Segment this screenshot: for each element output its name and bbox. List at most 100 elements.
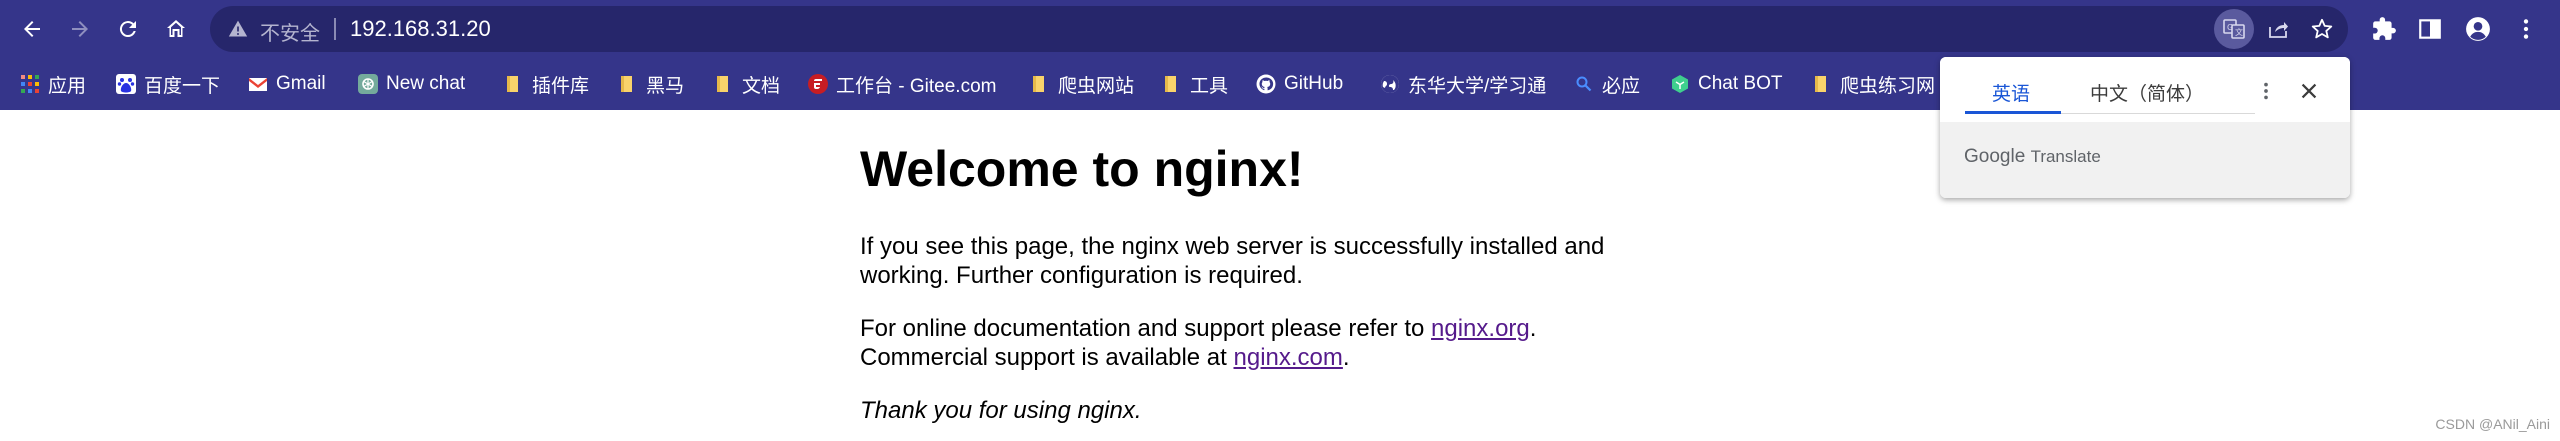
support-line-1-end: . [1529, 315, 1537, 342]
gitee-icon [808, 74, 828, 94]
star-icon [2311, 18, 2333, 39]
search-icon [1574, 74, 1594, 94]
bookmark-folder-plugins[interactable]: 插件库 [504, 68, 589, 100]
nginx-com-link[interactable]: nginx.com [1234, 344, 1343, 371]
source-language-tab[interactable]: 英语 [1992, 79, 2030, 106]
bookmark-folder-tools[interactable]: 工具 [1162, 68, 1228, 100]
page-title: Welcome to nginx! [860, 141, 1304, 197]
address-separator [334, 18, 336, 40]
bookmark-label: New chat [386, 73, 466, 94]
bookmark-gitee[interactable]: 工作台 - Gitee.com [808, 68, 996, 100]
google-translate-brand: Google Translate [1964, 146, 2101, 168]
home-icon [167, 20, 185, 37]
arrow-right-icon [72, 21, 88, 37]
folder-icon [1030, 74, 1050, 94]
target-language-tab[interactable]: 中文（简体） [2090, 79, 2204, 106]
chatbot-icon [1670, 74, 1690, 94]
browser-menu-button[interactable] [2506, 9, 2546, 49]
arrow-left-icon [24, 21, 40, 37]
bookmark-folder-spider-sites[interactable]: 爬虫网站 [1030, 68, 1134, 100]
folder-icon [504, 74, 524, 94]
brand-google: Google [1964, 146, 2026, 167]
bookmark-label: 插件库 [532, 75, 590, 97]
apps-grid-icon [20, 74, 40, 94]
svg-text:文: 文 [2235, 27, 2243, 37]
gmail-icon [248, 74, 268, 94]
bookmark-label: 东华大学/学习通 [1408, 75, 1547, 97]
thanks-text: Thank you for using nginx. [860, 397, 1142, 424]
bookmark-label: Gmail [276, 73, 326, 94]
folder-icon [1812, 74, 1832, 94]
folder-icon [618, 74, 638, 94]
globe-icon [1380, 74, 1400, 94]
intro-line-1: If you see this page, the nginx web serv… [860, 233, 1605, 260]
bookmark-label: 爬虫网站 [1058, 75, 1135, 97]
translate-close-button[interactable] [2295, 77, 2323, 105]
bookmark-github[interactable]: GitHub [1256, 68, 1343, 100]
reload-button[interactable] [108, 9, 148, 49]
address-bar[interactable]: 不安全 192.168.31.20 G文 [210, 6, 2348, 52]
forward-button[interactable] [60, 9, 100, 49]
bookmark-chat-bot[interactable]: Chat BOT [1670, 68, 1782, 100]
share-icon [2269, 22, 2288, 38]
kebab-menu-icon [2264, 82, 2268, 100]
puzzle-icon [2373, 17, 2396, 40]
kebab-menu-icon [2523, 19, 2529, 39]
translate-popup-header: 英语 中文（简体） [1940, 57, 2350, 122]
side-panel-icon [2419, 19, 2441, 39]
bookmark-baidu[interactable]: 百度一下 [116, 68, 220, 100]
bookmark-gmail[interactable]: Gmail [248, 68, 326, 100]
translate-icon: G文 [2223, 19, 2245, 39]
bookmark-label: 百度一下 [144, 75, 221, 97]
bookmark-donghua[interactable]: 东华大学/学习通 [1380, 68, 1546, 100]
bookmark-star-button[interactable] [2302, 9, 2342, 49]
security-status-label[interactable]: 不安全 [260, 17, 320, 46]
translate-popup: 英语 中文（简体） Google Translate [1940, 57, 2350, 198]
bookmark-label: 爬虫练习网 [1840, 75, 1936, 97]
github-icon [1256, 74, 1276, 94]
bookmark-folder-docs[interactable]: 文档 [714, 68, 780, 100]
warning-triangle-icon[interactable] [228, 19, 248, 39]
intro-line-2: working. Further configuration is requir… [860, 262, 1303, 289]
folder-icon [714, 74, 734, 94]
bookmark-folder-heima[interactable]: 黑马 [618, 68, 684, 100]
bookmark-label: 黑马 [646, 75, 685, 97]
support-paragraph: For online documentation and support ple… [860, 314, 1536, 372]
svg-text:G: G [2227, 23, 2233, 32]
side-panel-button[interactable] [2410, 9, 2450, 49]
bookmark-label: GitHub [1284, 73, 1344, 94]
close-icon [2301, 83, 2317, 99]
bookmark-apps[interactable]: 应用 [20, 68, 86, 100]
bookmark-folder-spider-practice[interactable]: 爬虫练习网 [1812, 68, 1935, 100]
watermark: CSDN @ANil_Aini [2435, 416, 2550, 432]
bookmark-label: 必应 [1602, 75, 1641, 97]
chatgpt-icon [358, 74, 378, 94]
support-line-1: For online documentation and support ple… [860, 314, 1536, 343]
support-line-2: Commercial support is available at nginx… [860, 343, 1536, 372]
intro-paragraph: If you see this page, the nginx web serv… [860, 232, 1604, 290]
bookmark-bing[interactable]: 必应 [1574, 68, 1640, 100]
profile-icon [2466, 17, 2490, 41]
back-button[interactable] [12, 9, 52, 49]
baidu-icon [116, 74, 136, 94]
active-tab-indicator [1965, 111, 2061, 114]
url-text[interactable]: 192.168.31.20 [350, 16, 491, 42]
translate-options-button[interactable] [2252, 77, 2280, 105]
support-line-2-end: . [1342, 344, 1350, 371]
translate-button[interactable]: G文 [2214, 9, 2254, 49]
support-line-1-text: For online documentation and support ple… [860, 315, 1432, 342]
bookmark-new-chat[interactable]: New chat [358, 68, 465, 100]
nginx-org-link[interactable]: nginx.org [1431, 315, 1530, 342]
brand-translate: Translate [2030, 147, 2101, 166]
bookmark-label: 工作台 - Gitee.com [836, 75, 997, 97]
extensions-button[interactable] [2364, 9, 2404, 49]
bookmark-label: 工具 [1190, 75, 1229, 97]
bookmark-label: Chat BOT [1698, 73, 1783, 94]
support-line-2-text: Commercial support is available at [860, 344, 1234, 371]
translate-popup-footer: Google Translate [1940, 122, 2350, 198]
share-button[interactable] [2258, 9, 2298, 49]
home-button[interactable] [156, 9, 196, 49]
reload-icon [119, 21, 136, 38]
browser-toolbar: 不安全 192.168.31.20 G文 [0, 0, 2560, 58]
profile-button[interactable] [2458, 9, 2498, 49]
